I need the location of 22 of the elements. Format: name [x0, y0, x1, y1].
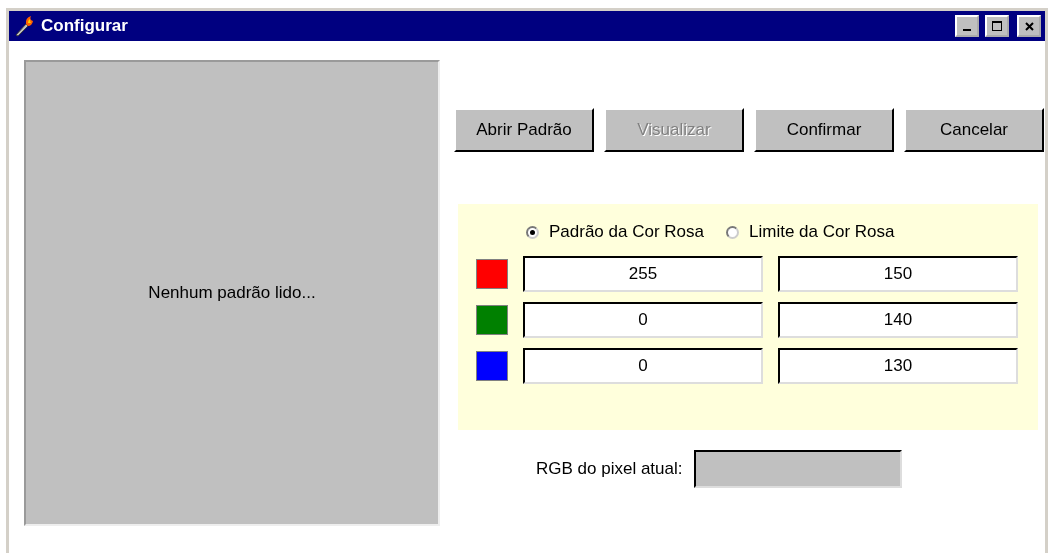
- standard-value-field[interactable]: 255: [523, 256, 763, 292]
- limit-value-field[interactable]: 150: [778, 256, 1018, 292]
- torch-icon: [13, 15, 35, 37]
- limit-value-field[interactable]: 140: [778, 302, 1018, 338]
- close-icon: [1024, 21, 1034, 31]
- close-button[interactable]: [1017, 15, 1041, 37]
- mode-radio[interactable]: Padrão da Cor Rosa: [526, 222, 704, 242]
- maximize-icon: [992, 21, 1002, 31]
- pixel-rgb-label: RGB do pixel atual:: [536, 459, 683, 479]
- preview-message: Nenhum padrão lido...: [148, 283, 316, 303]
- dialog-button[interactable]: Abrir Padrão: [454, 108, 594, 152]
- limit-value-field[interactable]: 130: [778, 348, 1018, 384]
- maximize-button[interactable]: [985, 15, 1009, 37]
- pixel-rgb-field[interactable]: [694, 450, 903, 488]
- mode-radio[interactable]: Limite da Cor Rosa: [726, 222, 895, 242]
- window-title: Configurar: [41, 16, 129, 36]
- standard-value-field[interactable]: 0: [523, 302, 763, 338]
- minimize-button[interactable]: [955, 15, 979, 37]
- standard-value-field[interactable]: 0: [523, 348, 763, 384]
- dialog-button[interactable]: Cancelar: [904, 108, 1044, 152]
- dialog-button[interactable]: Confirmar: [754, 108, 894, 152]
- minimize-icon: [963, 29, 971, 31]
